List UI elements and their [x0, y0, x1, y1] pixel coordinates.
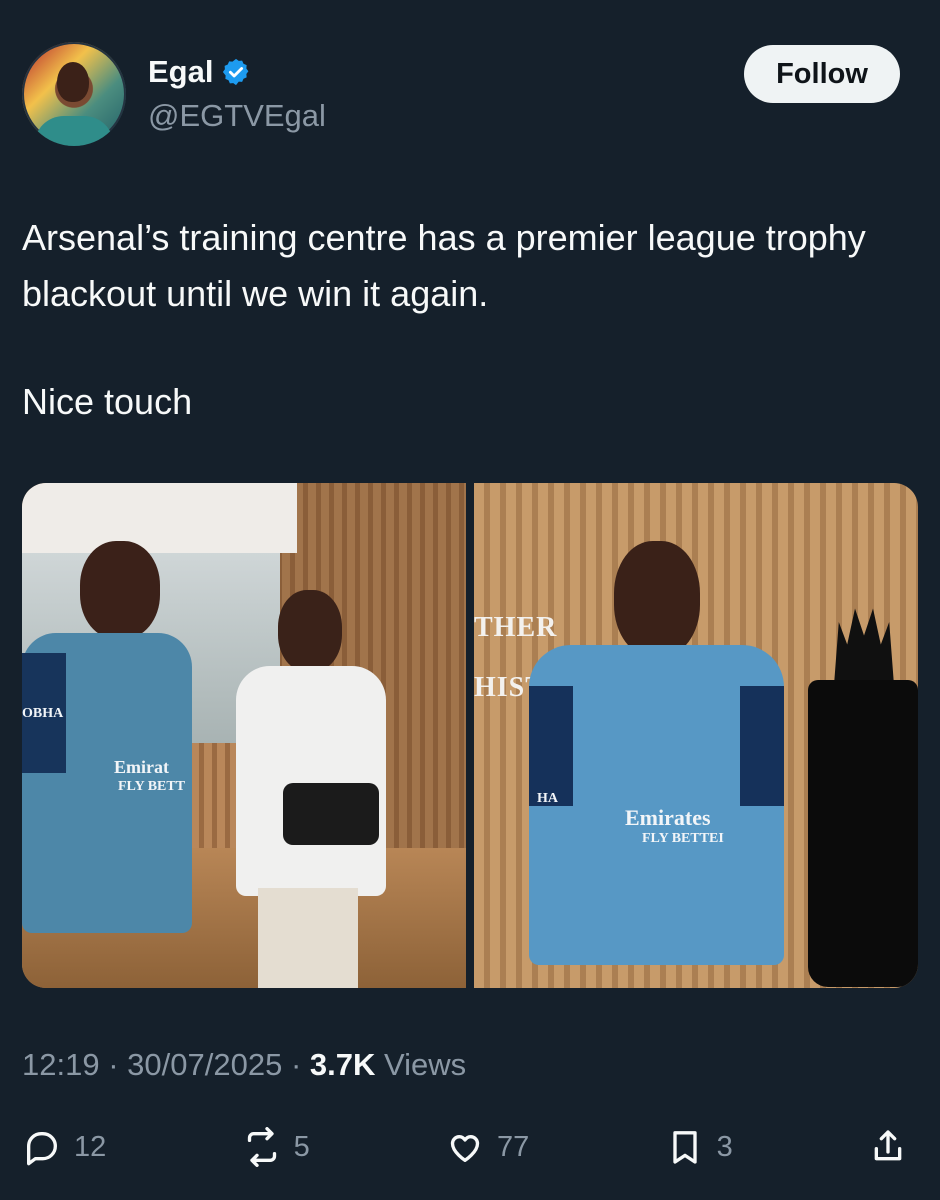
bookmark-icon[interactable]: [665, 1127, 705, 1167]
reply-count: 12: [74, 1131, 107, 1163]
tweet-date: 30/07/2025: [127, 1047, 283, 1082]
left-sleeve-text: OBHA: [22, 706, 64, 721]
player-right-left-sleeve: [529, 686, 573, 806]
player-right: Emirates FLY BETTEI HA: [529, 541, 804, 988]
share-icon[interactable]: [868, 1127, 908, 1167]
tweet-text-line-1: Arsenal’s training centre has a premier …: [22, 217, 866, 314]
bookmark-action[interactable]: 3: [665, 1127, 733, 1167]
author-name-row: Egal: [148, 54, 251, 90]
player-right-head: [614, 541, 700, 657]
tweet-time: 12:19: [22, 1047, 100, 1082]
repost-action[interactable]: 5: [242, 1127, 310, 1167]
left-sponsor-line-1: Emirat: [114, 757, 169, 777]
tweet-metadata: 12:19 · 30/07/2025 · 3.7K Views: [22, 1046, 466, 1084]
reply-action[interactable]: 12: [22, 1127, 106, 1167]
repost-icon[interactable]: [242, 1127, 282, 1167]
right-sponsor-line-2: FLY BETTEI: [642, 831, 724, 846]
like-icon[interactable]: [445, 1127, 485, 1167]
handbag: [283, 783, 379, 845]
player-left-head: [80, 541, 160, 639]
tweet-text-line-2: Nice touch: [22, 381, 193, 422]
trophy-photo[interactable]: THER HISTORY Emirates FLY BETTEI HA: [474, 483, 918, 988]
like-action[interactable]: 77: [445, 1127, 529, 1167]
views-label: Views: [384, 1047, 467, 1082]
left-sponsor-line-2: FLY BETT: [118, 779, 186, 794]
trophy-crown: [834, 608, 894, 685]
views-count: 3.7K: [309, 1047, 376, 1082]
follow-button[interactable]: Follow: [744, 45, 900, 103]
verified-badge-icon: [223, 58, 249, 86]
tweet-actions: 12 5 77 3: [22, 1122, 908, 1172]
player-left: Emirat FLY BETT OBHA: [22, 523, 212, 988]
person-white-shirt-head: [278, 590, 342, 672]
author-name[interactable]: Egal: [148, 54, 213, 90]
avatar-face: [57, 62, 89, 102]
player-right-right-sleeve: [740, 686, 784, 806]
bookmark-count: 3: [716, 1131, 733, 1163]
meta-separator-2: ·: [290, 1047, 302, 1082]
meta-separator-1: ·: [108, 1047, 119, 1082]
tweet-header: Egal @EGTVEgal Follow: [22, 42, 900, 148]
author-handle[interactable]: @EGTVEgal: [148, 98, 326, 134]
person-white-shirt: [218, 578, 408, 988]
share-action[interactable]: [868, 1127, 908, 1167]
blacked-out-trophy: [808, 595, 918, 987]
like-count: 77: [497, 1131, 530, 1163]
right-sleeve-text: HA: [537, 791, 558, 806]
repost-count: 5: [293, 1131, 310, 1163]
tweet-text: Arsenal’s training centre has a premier …: [22, 210, 902, 430]
tweet-text-gap: [22, 322, 902, 374]
tweet-media[interactable]: Emirat FLY BETT OBHA THER HISTORY Emirat…: [22, 483, 918, 988]
author-avatar[interactable]: [22, 42, 126, 146]
reply-icon[interactable]: [22, 1127, 62, 1167]
right-sponsor-line-1: Emirates: [625, 805, 711, 830]
trophy-body: [808, 680, 918, 987]
person-white-shirt-body: [236, 666, 386, 896]
avatar-shirt: [34, 116, 114, 146]
person-white-shirt-legs: [258, 888, 358, 988]
training-photo[interactable]: Emirat FLY BETT OBHA: [22, 483, 466, 988]
